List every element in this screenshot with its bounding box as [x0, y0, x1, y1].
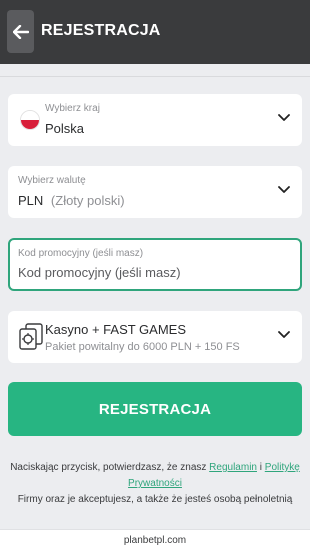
- country-label: Wybierz kraj: [45, 103, 100, 114]
- terms-suffix: Firmy oraz je akceptujesz, a także że je…: [17, 494, 293, 505]
- chevron-down-icon: [278, 114, 290, 121]
- chevron-down-icon: [278, 186, 290, 193]
- terms-text: Naciskając przycisk, potwierdzasz, że zn…: [0, 460, 310, 508]
- country-select[interactable]: Wybierz kraj Polska: [8, 94, 302, 146]
- site-domain: planbetpl.com: [0, 529, 310, 551]
- bonus-select[interactable]: Kasyno + FAST GAMES Pakiet powitalny do …: [8, 311, 302, 363]
- country-value: Polska: [45, 121, 85, 136]
- promo-code-label: Kod promocyjny (jeśli masz): [18, 248, 144, 259]
- casino-chip-icon: [19, 323, 43, 350]
- chevron-down-icon: [278, 331, 290, 338]
- currency-code: PLN: [18, 193, 44, 208]
- page-title: REJESTRACJA: [41, 22, 161, 39]
- terms-conj: i: [259, 462, 262, 473]
- terms-prefix: Naciskając przycisk, potwierdzasz, że zn…: [10, 462, 207, 473]
- bonus-subtitle: Pakiet powitalny do 6000 PLN + 150 FS: [45, 341, 240, 353]
- bonus-title: Kasyno + FAST GAMES: [45, 322, 187, 337]
- currency-select[interactable]: Wybierz walutę PLN (Złoty polski): [8, 166, 302, 218]
- app-header: REJESTRACJA: [0, 0, 310, 64]
- back-button[interactable]: [7, 10, 34, 53]
- register-button[interactable]: REJESTRACJA: [8, 382, 302, 436]
- poland-flag-icon: [20, 110, 40, 130]
- promo-code-input[interactable]: Kod promocyjny (jeśli masz): [18, 265, 181, 280]
- promo-code-field[interactable]: Kod promocyjny (jeśli masz) Kod promocyj…: [8, 238, 302, 291]
- currency-value: PLN (Złoty polski): [18, 193, 125, 208]
- currency-label: Wybierz walutę: [18, 175, 86, 186]
- terms-link[interactable]: Regulamin: [209, 462, 257, 473]
- currency-name: (Złoty polski): [50, 193, 125, 208]
- arrow-left-icon: [12, 24, 29, 39]
- divider: [0, 76, 310, 77]
